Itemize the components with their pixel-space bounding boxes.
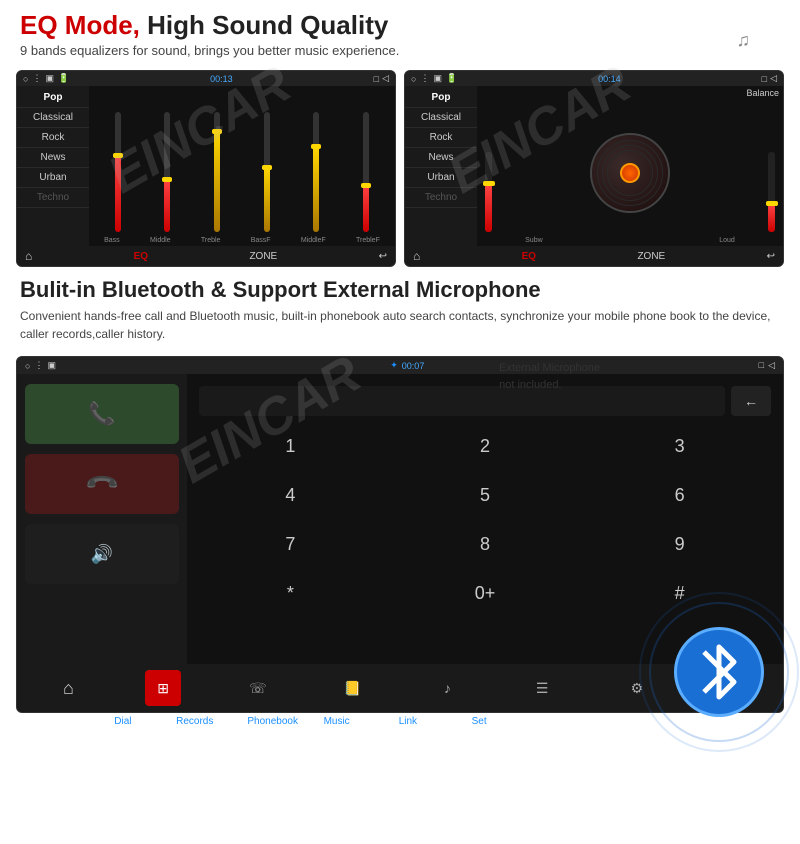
eq-left-time: 00:13 [210, 74, 233, 84]
bt-logo-area [654, 607, 784, 737]
eq-left-list: Pop Classical Rock News Urban Techno [17, 86, 89, 246]
eq-slider-treble[interactable] [214, 102, 220, 232]
eq-slider-middlef[interactable] [313, 102, 319, 232]
eq-item-techno-right[interactable]: Techno [405, 188, 477, 208]
music-note-icon: ♫ [737, 30, 751, 51]
speaker-visual [590, 133, 670, 213]
eq-left-bottom: ⌂ EQ ZONE ↩ [17, 246, 395, 266]
volume-icon: 🔊 [91, 544, 113, 565]
nav-home-button[interactable]: ⌂ [50, 670, 86, 706]
dial-key-1[interactable]: 1 [195, 424, 386, 469]
nav-label-phonebook: Phonebook [247, 716, 283, 727]
dialpad-top: ← [187, 382, 783, 424]
eq-sliders-left [89, 102, 395, 232]
phone-area: ○ ⋮ ▣ ✦ 00:07 □ ◁ 📞 📞 [0, 356, 800, 727]
eq-left-zone-label: ZONE [249, 251, 277, 262]
eq-right-back-icon[interactable]: ↩ [767, 251, 775, 262]
dial-key-2[interactable]: 2 [390, 424, 581, 469]
eq-screen-right: ○ ⋮ ▣ 🔋 00:14 □ ◁ Pop Classical Rock New… [404, 70, 784, 267]
eq-right-bar-labels: SubwLoud [477, 237, 783, 244]
eq-right-bottom: ⌂ EQ ZONE ↩ [405, 246, 783, 266]
nav-label-records: Records [176, 716, 212, 727]
hangup-icon: 📞 [83, 465, 121, 503]
eq-slider-middle[interactable] [164, 102, 170, 232]
eq-slider-bass[interactable] [115, 102, 121, 232]
eq-left-body: Pop Classical Rock News Urban Techno [17, 86, 395, 246]
bt-description: Convenient hands-free call and Bluetooth… [20, 307, 780, 343]
eq-item-classical-left[interactable]: Classical [17, 108, 89, 128]
eq-slider-treblef[interactable] [363, 102, 369, 232]
dial-key-star[interactable]: * [195, 571, 386, 616]
eq-left-status-bar: ○ ⋮ ▣ 🔋 00:13 □ ◁ [17, 71, 395, 86]
ext-mic-note: External Microphonenot included. [499, 360, 600, 393]
phone-status-bar: ○ ⋮ ▣ ✦ 00:07 □ ◁ [17, 357, 783, 374]
dial-key-5[interactable]: 5 [390, 473, 581, 518]
eq-right-eq-label: EQ [522, 251, 536, 262]
dial-key-6[interactable]: 6 [584, 473, 775, 518]
dial-key-0[interactable]: 0+ [390, 571, 581, 616]
eq-right-list: Pop Classical Rock News Urban Techno [405, 86, 477, 246]
eq-left-eq-label: EQ [134, 251, 148, 262]
eq-description: 9 bands equalizers for sound, brings you… [20, 43, 780, 58]
answer-button[interactable]: 📞 [25, 384, 179, 444]
bt-section: Bulit-in Bluetooth & Support External Mi… [0, 267, 800, 356]
eq-item-classical-right[interactable]: Classical [405, 108, 477, 128]
eq-bars-left: BassMiddleTrebleBassFMiddleFTrebleF [89, 86, 395, 246]
nav-label-link: Link [390, 716, 426, 727]
eq-balance-area: Balance [477, 86, 783, 246]
nav-dial-button[interactable]: ⊞ [145, 670, 181, 706]
phone-time: 00:07 [402, 361, 425, 371]
eq-item-pop-left[interactable]: Pop [17, 88, 89, 108]
eq-screen-left: ○ ⋮ ▣ 🔋 00:13 □ ◁ Pop Classical Rock New… [16, 70, 396, 267]
balance-visual: SubwLoud [477, 100, 783, 246]
eq-item-news-left[interactable]: News [17, 148, 89, 168]
nav-phonebook-button[interactable]: 📒 [335, 670, 371, 706]
nav-labels-row: Dial Records Phonebook Music Link Set [16, 714, 586, 727]
eq-right-home-icon[interactable]: ⌂ [413, 249, 420, 263]
nav-label-set: Set [461, 716, 497, 727]
eq-item-urban-left[interactable]: Urban [17, 168, 89, 188]
eq-title: EQ Mode, High Sound Quality [20, 10, 780, 41]
dial-key-8[interactable]: 8 [390, 522, 581, 567]
bt-status-icon: ✦ [390, 360, 398, 371]
eq-bar-labels-left: BassMiddleTrebleBassFMiddleFTrebleF [89, 237, 395, 244]
nav-link-button[interactable]: ☰ [524, 670, 560, 706]
hangup-button[interactable]: 📞 [25, 454, 179, 514]
dialpad-display [199, 386, 725, 416]
backspace-button[interactable]: ← [731, 386, 771, 416]
eq-section: EQ Mode, High Sound Quality 9 bands equa… [0, 0, 800, 66]
eq-title-prefix: EQ Mode, [20, 10, 147, 40]
eq-right-status-bar: ○ ⋮ ▣ 🔋 00:14 □ ◁ [405, 71, 783, 86]
nav-music-button[interactable]: ♪ [429, 670, 465, 706]
eq-left-home-icon[interactable]: ⌂ [25, 249, 32, 263]
eq-item-techno-left[interactable]: Techno [17, 188, 89, 208]
eq-right-zone-label: ZONE [637, 251, 665, 262]
bt-inner-ring [649, 602, 789, 742]
dialpad-grid: 1 2 3 4 5 6 7 8 9 * 0+ # [187, 424, 783, 616]
eq-slider-bassf[interactable] [264, 102, 270, 232]
eq-item-rock-right[interactable]: Rock [405, 128, 477, 148]
eq-screens-row: ○ ⋮ ▣ 🔋 00:13 □ ◁ Pop Classical Rock New… [0, 70, 800, 267]
eq-left-back-icon[interactable]: ↩ [379, 251, 387, 262]
eq-item-urban-right[interactable]: Urban [405, 168, 477, 188]
nav-label-music: Music [319, 716, 355, 727]
balance-label: Balance [477, 86, 783, 100]
volume-button[interactable]: 🔊 [25, 524, 179, 584]
eq-item-rock-left[interactable]: Rock [17, 128, 89, 148]
phone-left-buttons: 📞 📞 🔊 [17, 374, 187, 664]
eq-right-body: Pop Classical Rock News Urban Techno Bal… [405, 86, 783, 246]
nav-records-button[interactable]: ☏ [240, 670, 276, 706]
nav-label-dial: Dial [105, 716, 141, 727]
dial-key-4[interactable]: 4 [195, 473, 386, 518]
backspace-icon: ← [744, 393, 758, 409]
eq-item-news-right[interactable]: News [405, 148, 477, 168]
answer-icon: 📞 [88, 401, 115, 427]
eq-right-time: 00:14 [598, 74, 621, 84]
dial-key-9[interactable]: 9 [584, 522, 775, 567]
dial-key-7[interactable]: 7 [195, 522, 386, 567]
bt-title: Bulit-in Bluetooth & Support External Mi… [20, 277, 780, 303]
dial-key-3[interactable]: 3 [584, 424, 775, 469]
eq-item-pop-right[interactable]: Pop [405, 88, 477, 108]
